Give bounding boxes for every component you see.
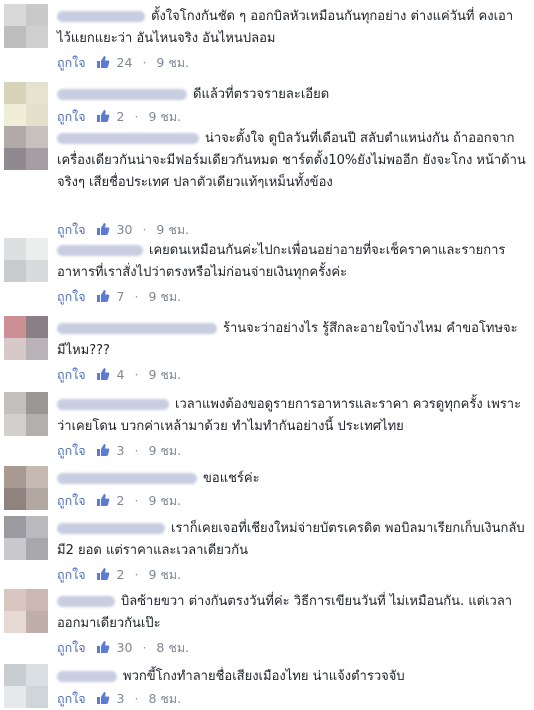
timestamp[interactable]: 9 ชม. <box>148 289 181 304</box>
thumbs-up-icon <box>96 641 109 653</box>
author-name-blurred[interactable] <box>57 245 143 256</box>
author-name-blurred[interactable] <box>57 399 169 410</box>
timestamp[interactable]: 9 ชม. <box>148 493 181 508</box>
avatar[interactable] <box>4 82 48 126</box>
like-link[interactable]: ถูกใจ <box>57 55 86 70</box>
separator-dot: · <box>134 691 139 706</box>
like-count: 24 <box>116 55 133 70</box>
thumbs-up-icon <box>96 568 109 580</box>
avatar[interactable] <box>4 392 48 436</box>
author-name-blurred[interactable] <box>57 473 197 484</box>
like-link[interactable]: ถูกใจ <box>57 640 86 655</box>
separator-dot: · <box>142 55 147 70</box>
timestamp[interactable]: 9 ชม. <box>156 55 189 70</box>
separator-dot: · <box>134 367 139 382</box>
comment-meta: ถูกใจ 2 · 9 ชม. <box>57 565 181 585</box>
comment-meta: ถูกใจ 3 · 9 ชม. <box>57 441 181 461</box>
like-count: 30 <box>116 222 133 237</box>
comment-meta: ถูกใจ 3 · 8 ชม. <box>57 689 181 709</box>
separator-dot: · <box>134 109 139 124</box>
separator-dot: · <box>134 289 139 304</box>
avatar[interactable] <box>4 664 48 708</box>
author-name-blurred[interactable] <box>57 11 145 22</box>
comment-body: น่าจะตั้งใจ ดูบิลวันที่เดือนปี สลับตำแหน… <box>57 128 526 194</box>
like-link[interactable]: ถูกใจ <box>57 109 86 124</box>
avatar[interactable] <box>4 126 48 170</box>
avatar[interactable] <box>4 316 48 360</box>
like-count: 7 <box>116 289 125 304</box>
comment-body: เวลาแพงต้องขอดูรายการอาหารและราคา ควรดูท… <box>57 394 526 438</box>
comment-thread: ตั้งใจโกงกันชัด ๆ ออกบิลหัวเหมือนกันทุกอ… <box>0 0 534 710</box>
comment-body: ร้านจะว่าอย่างไร รู้สึกละอายใจบ้างไหม คำ… <box>57 318 526 362</box>
avatar[interactable] <box>4 466 48 510</box>
comment-text: ขอแชร์ค่ะ <box>203 471 260 486</box>
comment-meta: ถูกใจ 24 · 9 ชม. <box>57 53 189 73</box>
avatar[interactable] <box>4 238 48 282</box>
thumbs-up-icon <box>96 290 109 302</box>
separator-dot: · <box>134 493 139 508</box>
comment-meta: ถูกใจ 2 · 9 ชม. <box>57 491 181 511</box>
like-link[interactable]: ถูกใจ <box>57 222 86 237</box>
timestamp[interactable]: 9 ชม. <box>156 222 189 237</box>
comment-body: พวกขี้โกงทำลายชื่อเสียงเมืองไทย น่าแจ้งต… <box>57 666 526 688</box>
comment-text: บิลซ้ายขวา ต่างกันตรงวันที่ค่ะ วิธีการเข… <box>57 594 513 631</box>
author-name-blurred[interactable] <box>57 323 217 334</box>
like-count: 3 <box>116 691 125 706</box>
like-count: 3 <box>116 443 125 458</box>
separator-dot: · <box>134 567 139 582</box>
comment-body: ตั้งใจโกงกันชัด ๆ ออกบิลหัวเหมือนกันทุกอ… <box>57 6 526 50</box>
avatar[interactable] <box>4 4 48 48</box>
timestamp[interactable]: 8 ชม. <box>148 691 181 706</box>
author-name-blurred[interactable] <box>57 133 199 144</box>
author-name-blurred[interactable] <box>57 523 165 534</box>
like-link[interactable]: ถูกใจ <box>57 289 86 304</box>
comment-meta: ถูกใจ 30 · 8 ชม. <box>57 638 189 658</box>
thumbs-up-icon <box>96 494 109 506</box>
like-link[interactable]: ถูกใจ <box>57 493 86 508</box>
like-count: 30 <box>116 640 133 655</box>
like-link[interactable]: ถูกใจ <box>57 691 86 706</box>
like-link[interactable]: ถูกใจ <box>57 567 86 582</box>
like-count: 2 <box>116 493 125 508</box>
like-link[interactable]: ถูกใจ <box>57 443 86 458</box>
timestamp[interactable]: 8 ชม. <box>156 640 189 655</box>
author-name-blurred[interactable] <box>57 596 115 607</box>
timestamp[interactable]: 9 ชม. <box>148 367 181 382</box>
separator-dot: · <box>134 443 139 458</box>
avatar[interactable] <box>4 589 48 633</box>
comment-meta: ถูกใจ 4 · 9 ชม. <box>57 365 181 385</box>
avatar[interactable] <box>4 516 48 560</box>
thumbs-up-icon <box>96 692 109 704</box>
separator-dot: · <box>142 640 147 655</box>
author-name-blurred[interactable] <box>57 89 187 100</box>
comment-body: บิลซ้ายขวา ต่างกันตรงวันที่ค่ะ วิธีการเข… <box>57 591 526 635</box>
author-name-blurred[interactable] <box>57 671 117 682</box>
thumbs-up-icon <box>96 110 109 122</box>
thumbs-up-icon <box>96 444 109 456</box>
comment-meta: ถูกใจ 7 · 9 ชม. <box>57 287 181 307</box>
comment-body: เราก็เคยเจอที่เชียงใหม่จ่ายบัตรเครดิต พอ… <box>57 518 526 562</box>
thumbs-up-icon <box>96 223 109 235</box>
like-count: 4 <box>116 367 125 382</box>
comment-body: ขอแชร์ค่ะ <box>57 468 526 490</box>
thumbs-up-icon <box>96 368 109 380</box>
like-link[interactable]: ถูกใจ <box>57 367 86 382</box>
comment-text: ดีแล้วที่ตรวจรายละเอียด <box>193 87 330 102</box>
comment-meta: ถูกใจ 30 · 9 ชม. <box>57 220 189 240</box>
comment-body: ดีแล้วที่ตรวจรายละเอียด <box>57 84 526 106</box>
like-count: 2 <box>116 567 125 582</box>
thumbs-up-icon <box>96 56 109 68</box>
timestamp[interactable]: 9 ชม. <box>148 109 181 124</box>
timestamp[interactable]: 9 ชม. <box>148 567 181 582</box>
like-count: 2 <box>116 109 125 124</box>
comment-text: พวกขี้โกงทำลายชื่อเสียงเมืองไทย น่าแจ้งต… <box>123 669 405 684</box>
comment-body: เคยดนเหมือนกันค่ะไปกะเพื่อนอย่าอายที่จะเ… <box>57 240 526 284</box>
timestamp[interactable]: 9 ชม. <box>148 443 181 458</box>
separator-dot: · <box>142 222 147 237</box>
comment-meta: ถูกใจ 2 · 9 ชม. <box>57 107 181 127</box>
